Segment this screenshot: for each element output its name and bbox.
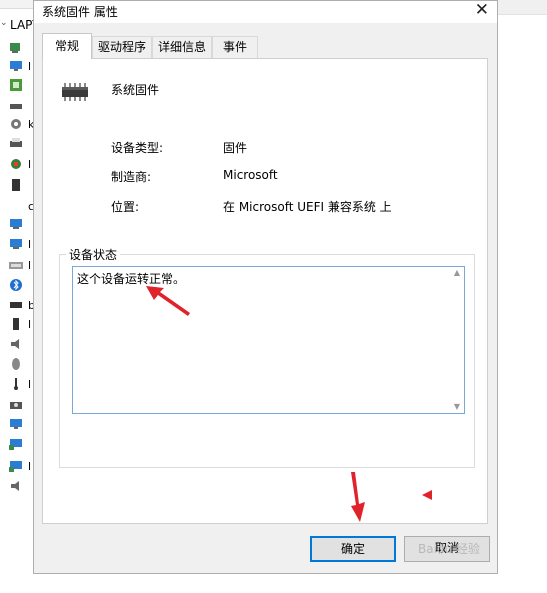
device-status-group: 设备状态 这个设备运转正常。 ▲ ▼ xyxy=(59,246,475,468)
status-scrollbar[interactable]: ▲ ▼ xyxy=(447,267,464,413)
location-value: 在 Microsoft UEFI 兼容系统 上 xyxy=(223,200,392,214)
device-manager-tree: ⌄ LAPT l k l c l l b l l l xyxy=(0,0,40,593)
chevron-down-icon[interactable]: ⌄ xyxy=(0,18,8,28)
system-devices-icon[interactable] xyxy=(9,118,23,130)
tab-details[interactable]: 详细信息 xyxy=(152,36,212,58)
annotation-arrow-icon xyxy=(351,472,365,522)
tab-general[interactable]: 常规 xyxy=(42,33,92,59)
tree-item-label: l xyxy=(28,158,32,171)
annotation-arrow-icon xyxy=(146,286,190,316)
ok-button[interactable]: 确定 xyxy=(310,536,396,562)
network-icon[interactable] xyxy=(9,418,23,430)
ok-button-label: 确定 xyxy=(340,542,365,556)
hid-icon[interactable] xyxy=(9,438,23,450)
tab-events[interactable]: 事件 xyxy=(212,36,258,58)
manufacturer-value: Microsoft xyxy=(223,168,278,182)
storage-icon[interactable] xyxy=(9,460,23,472)
keyboard-icon[interactable] xyxy=(9,259,23,271)
usb-icon[interactable] xyxy=(9,378,23,390)
tab-panel-general: 系统固件 设备类型: 固件 制造商: Microsoft 位置: 在 Micro… xyxy=(42,58,488,524)
mouse-icon[interactable] xyxy=(9,358,23,370)
tree-item-label: l xyxy=(28,318,32,331)
audio-icon[interactable] xyxy=(9,338,23,350)
scroll-down-icon[interactable]: ▼ xyxy=(454,402,460,411)
tree-item-label: l xyxy=(28,460,32,473)
scroll-up-icon[interactable]: ▲ xyxy=(454,268,460,277)
memory-device-icon[interactable] xyxy=(9,179,23,191)
device-status-textbox[interactable]: 这个设备运转正常。 ▲ ▼ xyxy=(72,266,465,414)
speaker-icon[interactable] xyxy=(9,480,23,492)
printer-icon[interactable] xyxy=(9,137,23,149)
background-window xyxy=(498,0,547,593)
device-type-label: 设备类型: xyxy=(111,141,164,155)
close-icon[interactable]: ✕ xyxy=(475,0,489,21)
firmware-icon[interactable] xyxy=(9,299,23,311)
tree-item-label: l xyxy=(28,378,32,391)
tree-item-label: l xyxy=(28,60,32,73)
tab-label: 事件 xyxy=(222,40,247,54)
tree-item-label: l xyxy=(28,238,32,251)
computer-icon[interactable] xyxy=(9,218,23,230)
monitor-icon[interactable] xyxy=(9,60,23,72)
tab-label: 驱动程序 xyxy=(97,40,146,54)
display-adapter-icon[interactable] xyxy=(9,238,23,250)
tab-label: 详细信息 xyxy=(157,40,206,54)
software-device-icon[interactable] xyxy=(9,158,23,170)
tab-driver[interactable]: 驱动程序 xyxy=(92,36,152,58)
device-type-value: 固件 xyxy=(223,141,248,155)
bluetooth-icon[interactable] xyxy=(9,279,23,291)
manufacturer-label: 制造商: xyxy=(111,170,152,184)
watermark: Baidu 经验 xyxy=(418,542,480,556)
processor-icon[interactable] xyxy=(9,79,23,91)
annotation-arrow-icon xyxy=(422,490,432,500)
dialog-title: 系统固件 属性 xyxy=(42,5,118,19)
chip-icon xyxy=(62,83,88,101)
device-status-label: 设备状态 xyxy=(66,246,121,263)
background-window-titlebar xyxy=(498,0,547,15)
disk-drive-icon[interactable] xyxy=(9,100,23,112)
device-manager-toolbar xyxy=(0,0,36,9)
device-name: 系统固件 xyxy=(111,83,160,97)
location-label: 位置: xyxy=(111,200,140,214)
camera-icon[interactable] xyxy=(9,398,23,410)
tree-item-label: l xyxy=(28,259,32,272)
dialog-titlebar[interactable]: 系统固件 属性 ✕ xyxy=(34,0,497,23)
network-adapter-icon[interactable] xyxy=(9,42,23,54)
battery-icon[interactable] xyxy=(9,318,23,330)
tab-label: 常规 xyxy=(54,39,79,53)
